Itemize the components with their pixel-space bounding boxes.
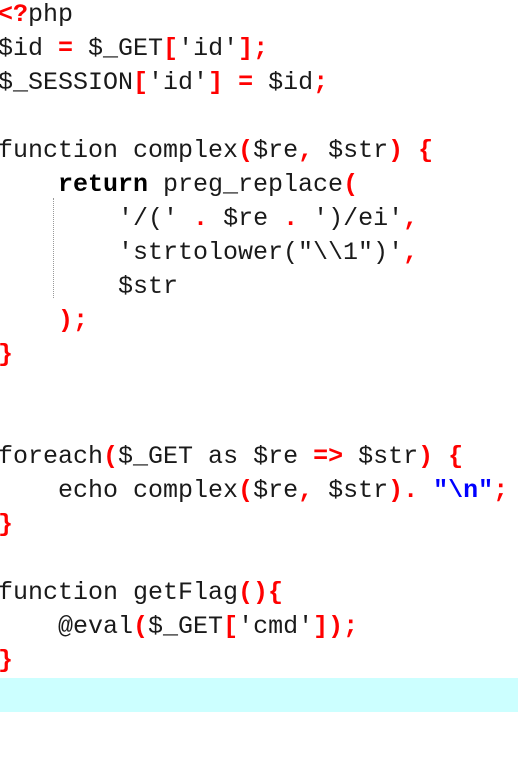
code-line[interactable]: $_SESSION['id'] = $id; <box>0 66 518 100</box>
code-line[interactable]: 'strtolower("\\1")', <box>0 236 518 270</box>
code-token: , <box>298 136 314 165</box>
code-token: return <box>58 170 149 199</box>
code-token: } <box>0 646 13 675</box>
code-token: ( <box>103 442 119 471</box>
code-line[interactable]: foreach($_GET as $re => $str) { <box>0 440 518 474</box>
code-token: ]; <box>238 34 269 63</box>
code-token: 'id' <box>178 34 239 63</box>
code-line[interactable]: $str <box>0 270 518 304</box>
code-token: ; <box>313 68 329 97</box>
code-line[interactable]: <?php <box>0 0 518 32</box>
code-line[interactable]: } <box>0 644 518 678</box>
code-token: [ <box>133 68 149 97</box>
code-token: . <box>193 204 209 233</box>
code-token: { <box>448 442 464 471</box>
code-line[interactable]: ); <box>0 304 518 338</box>
code-token: [ <box>163 34 179 63</box>
code-editor[interactable]: <?php $id = $_GET['id']; $_SESSION['id'] =… <box>0 0 518 712</box>
code-line[interactable] <box>0 406 518 440</box>
code-line[interactable]: function getFlag(){ <box>0 576 518 610</box>
code-token: $str <box>343 442 419 471</box>
code-token: $str <box>0 272 179 301</box>
code-line[interactable]: function complex($re, $str) { <box>0 134 518 168</box>
code-token: $id <box>0 34 59 63</box>
code-token: ( <box>238 136 254 165</box>
code-token: ')/ei' <box>298 204 404 233</box>
code-token: ( <box>343 170 359 199</box>
code-token: echo complex <box>0 476 239 505</box>
code-line[interactable] <box>0 542 518 576</box>
code-token: 'strtolower("\\1")' <box>0 238 404 267</box>
code-token: ] <box>208 68 224 97</box>
code-token: ). <box>388 476 419 505</box>
code-token: 'id' <box>148 68 209 97</box>
code-token: => <box>313 442 344 471</box>
code-line[interactable]: return preg_replace( <box>0 168 518 202</box>
code-line[interactable] <box>0 372 518 406</box>
code-token: $re <box>253 476 299 505</box>
code-token: function getFlag <box>0 578 239 607</box>
code-token: '/(' <box>0 204 194 233</box>
code-token: . <box>283 204 299 233</box>
code-token: [ <box>223 612 239 641</box>
code-token: $str <box>313 476 389 505</box>
code-token: @eval <box>0 612 134 641</box>
code-token: ) <box>418 442 434 471</box>
code-line[interactable]: } <box>0 508 518 542</box>
code-token: $_GET <box>73 34 164 63</box>
current-code-line[interactable] <box>0 678 518 712</box>
code-token: = <box>238 68 254 97</box>
code-line[interactable]: $id = $_GET['id']; <box>0 32 518 66</box>
code-token: } <box>0 510 13 539</box>
code-token: ( <box>133 612 149 641</box>
code-token: , <box>403 238 419 267</box>
code-token: { <box>418 136 434 165</box>
code-token: = <box>58 34 74 63</box>
code-token: ) <box>388 136 404 165</box>
code-token: $id <box>253 68 314 97</box>
code-token: $_GET <box>148 612 224 641</box>
code-token: (){ <box>238 578 284 607</box>
code-token: foreach <box>0 442 104 471</box>
code-token: } <box>0 340 13 369</box>
code-token: function complex <box>0 136 239 165</box>
code-line[interactable]: echo complex($re, $str). "\n"; <box>0 474 518 508</box>
code-token: preg_replace <box>148 170 344 199</box>
code-token: <? <box>0 0 29 29</box>
code-token: $_GET as $re <box>118 442 314 471</box>
code-line[interactable]: '/(' . $re . ')/ei', <box>0 202 518 236</box>
code-token: $_SESSION <box>0 68 134 97</box>
code-token: ; <box>493 476 509 505</box>
code-line[interactable]: } <box>0 338 518 372</box>
code-token: ( <box>238 476 254 505</box>
code-line[interactable]: @eval($_GET['cmd']); <box>0 610 518 644</box>
code-token: php <box>28 0 74 29</box>
code-token: $str <box>313 136 389 165</box>
code-token: 'cmd' <box>238 612 314 641</box>
code-token: ]); <box>313 612 359 641</box>
code-token: , <box>298 476 314 505</box>
code-token: $re <box>253 136 299 165</box>
code-line[interactable] <box>0 100 518 134</box>
code-token: , <box>403 204 419 233</box>
code-token: ); <box>58 306 89 335</box>
code-token: "\n" <box>433 476 494 505</box>
code-token: $re <box>208 204 284 233</box>
